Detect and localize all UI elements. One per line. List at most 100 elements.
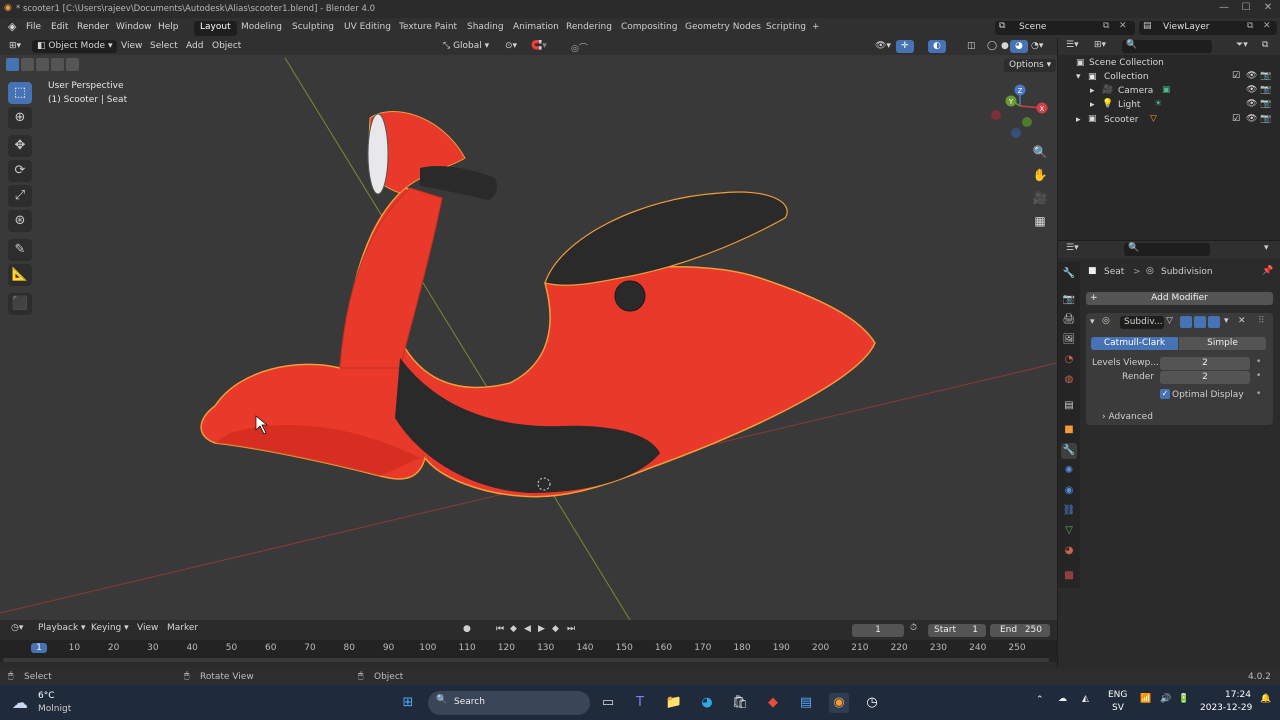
camera-view-button[interactable]: 🎥	[1030, 188, 1050, 208]
viewport-toggle-icon[interactable]	[1194, 316, 1206, 328]
visibility-eye-icon[interactable]: 👁	[1246, 71, 1257, 81]
optimal-display-checkbox[interactable]: ✓	[1160, 389, 1170, 399]
select-tool-button[interactable]: ⬚	[8, 82, 32, 104]
file-explorer-icon[interactable]: 📁	[664, 693, 684, 713]
transform-orientation[interactable]: ⤡ Global ▾	[438, 40, 494, 53]
menu-window[interactable]: Window	[116, 22, 152, 32]
outliner-editor-icon[interactable]: ☰▾	[1066, 40, 1079, 50]
store-icon[interactable]: 🛍	[730, 693, 750, 713]
prev-keyframe-button[interactable]: ◆	[510, 624, 517, 634]
ortho-toggle-button[interactable]: ▦	[1030, 211, 1050, 231]
pan-view-button[interactable]: ✋	[1030, 165, 1050, 185]
add-modifier-button[interactable]: + Add Modifier	[1086, 292, 1273, 305]
new-collection-icon[interactable]: ⧉	[1262, 40, 1268, 50]
record-button[interactable]: ●	[463, 624, 471, 634]
taskbar-search-box[interactable]: 🔍 Search	[428, 691, 590, 715]
stopwatch-icon[interactable]: ⏱	[910, 623, 917, 633]
end-frame-field[interactable]: End 250	[990, 624, 1050, 637]
constraints-tab-icon[interactable]: ⛓	[1061, 503, 1077, 519]
outliner-row-light[interactable]: ▸ 💡 Light ☀ 👁 📷	[1058, 99, 1280, 113]
current-frame-field[interactable]: 1	[852, 624, 904, 637]
editor-type-button[interactable]: ⊞▾	[4, 40, 26, 53]
options-dropdown[interactable]: Options ▾	[1004, 59, 1057, 72]
texture-tab-icon[interactable]: ▩	[1061, 568, 1077, 584]
clock-time[interactable]: 17:24	[1225, 690, 1251, 700]
volume-icon[interactable]: 🔊	[1160, 694, 1171, 704]
output-tab-icon[interactable]: 🖨	[1061, 312, 1077, 328]
collapse-modifier-icon[interactable]: ▾	[1090, 317, 1095, 327]
notepad-icon[interactable]: ▤	[796, 693, 816, 713]
menu-edit[interactable]: Edit	[51, 22, 68, 32]
physics-tab-icon[interactable]: ◉	[1061, 483, 1077, 499]
transform-tool-button[interactable]: ⊛	[8, 210, 32, 232]
select-extend-icon[interactable]	[21, 58, 34, 71]
select-subtract-icon[interactable]	[36, 58, 49, 71]
visibility-icon[interactable]: 👁▾	[870, 40, 896, 53]
remove-modifier-icon[interactable]: ✕	[1238, 316, 1246, 326]
cage-toggle-icon[interactable]	[1180, 316, 1192, 328]
zoom-view-button[interactable]: 🔍	[1030, 142, 1050, 162]
snap-icon[interactable]: 🧲▾	[526, 40, 552, 53]
tab-compositing[interactable]: Compositing	[615, 21, 683, 36]
display-mode-icon[interactable]: ⊞▾	[1094, 40, 1106, 50]
move-tool-button[interactable]: ✥	[8, 135, 32, 157]
overlays-toggle-icon[interactable]: ◐	[928, 40, 946, 53]
pivot-point-icon[interactable]: ⊙▾	[500, 40, 522, 53]
select-intersect-icon[interactable]	[66, 58, 79, 71]
levels-viewport-field[interactable]: 2	[1160, 357, 1250, 370]
expand-light-icon[interactable]: ▸	[1090, 100, 1095, 110]
tab-layout[interactable]: Layout	[194, 21, 237, 36]
blender-taskbar-icon[interactable]: ◉	[829, 693, 849, 713]
play-reverse-button[interactable]: ◀	[524, 624, 531, 634]
view-layer-tab-icon[interactable]: 🖼	[1061, 332, 1077, 348]
battery-icon[interactable]: 🔋	[1178, 694, 1189, 704]
levels-keyframe-dot[interactable]: •	[1256, 357, 1261, 367]
menu-help[interactable]: Help	[158, 22, 179, 32]
jump-start-button[interactable]: ⏮	[496, 624, 504, 634]
tool-tab-icon[interactable]: 🔧	[1061, 266, 1077, 282]
timeline-menu-view[interactable]: View	[132, 622, 163, 635]
next-keyframe-button[interactable]: ◆	[552, 624, 559, 634]
pin-icon[interactable]: 📌	[1262, 266, 1273, 276]
tray-app-icon[interactable]: ◭	[1082, 694, 1089, 704]
tab-shading[interactable]: Shading	[461, 21, 510, 36]
start-frame-field[interactable]: Start 1	[928, 624, 986, 637]
light-visibility-icon[interactable]: 👁	[1246, 99, 1257, 109]
gizmo-toggle-icon[interactable]: ✛	[896, 40, 914, 53]
wifi-icon[interactable]: 📶	[1140, 694, 1151, 704]
tab-modeling[interactable]: Modeling	[235, 21, 288, 36]
properties-editor-icon[interactable]: ☰▾	[1066, 243, 1079, 253]
play-button[interactable]: ▶	[538, 624, 545, 634]
mode-selector[interactable]: ◧ Object Mode ▾	[32, 40, 118, 53]
tab-animation[interactable]: Animation	[507, 21, 565, 36]
menu-file[interactable]: File	[26, 22, 41, 32]
timeline-editor-icon[interactable]: ◷▾	[6, 622, 28, 635]
modifier-name-field[interactable]: Subdiv...	[1120, 316, 1164, 329]
language-sv[interactable]: SV	[1112, 703, 1124, 713]
pin-scene-icon[interactable]: ⧉	[1103, 21, 1109, 31]
close-scene-icon[interactable]: ✕	[1119, 21, 1127, 31]
tab-rendering[interactable]: Rendering	[560, 21, 618, 36]
expand-scooter-icon[interactable]: ▸	[1076, 115, 1081, 125]
simple-button[interactable]: Simple	[1179, 337, 1266, 350]
timeline-menu-marker[interactable]: Marker	[162, 622, 203, 635]
rendered-shading-icon[interactable]: ◔▾	[1026, 40, 1048, 53]
xray-toggle-icon[interactable]: ◫	[962, 40, 981, 53]
viewport-menu-add[interactable]: Add	[181, 40, 208, 53]
timeline-scrollbar[interactable]	[3, 658, 1049, 662]
app-red-icon[interactable]: ◆	[763, 693, 783, 713]
outliner-row-camera[interactable]: ▸ 🎥 Camera ▣ 👁 📷	[1058, 85, 1280, 99]
material-tab-icon[interactable]: ◕	[1061, 543, 1077, 559]
render-keyframe-dot[interactable]: •	[1256, 371, 1261, 381]
scooter-render-icon[interactable]: 📷	[1260, 114, 1271, 124]
particles-tab-icon[interactable]: ✺	[1061, 463, 1077, 479]
3d-viewport[interactable]: Z Y X User Perspective (1) Scooter | Sea…	[0, 38, 1057, 620]
timeline-scrubber[interactable]: 1 10 20 30 40 50 60 70 80 90 100 110 120 130 140 150 160…	[0, 640, 1057, 662]
filter-icon[interactable]: ⏷▾	[1236, 40, 1248, 50]
camera-visibility-icon[interactable]: 👁	[1246, 85, 1257, 95]
optimal-keyframe-dot[interactable]: •	[1256, 389, 1261, 399]
menu-render[interactable]: Render	[77, 22, 109, 32]
expand-collection-icon[interactable]: ▾	[1076, 72, 1081, 82]
minimize-button[interactable]: —	[1218, 2, 1230, 14]
notification-icon[interactable]: 🔔	[1260, 694, 1271, 704]
